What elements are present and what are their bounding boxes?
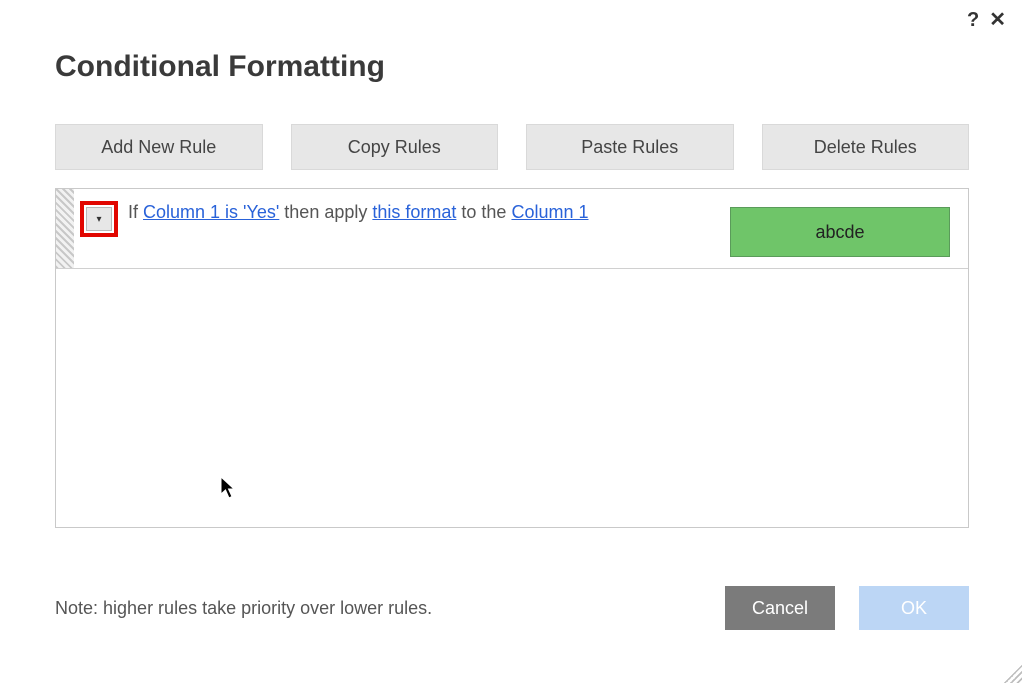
rules-toolbar: Add New Rule Copy Rules Paste Rules Dele… bbox=[55, 124, 969, 170]
rule-body: ▾ If Column 1 is 'Yes' then apply this f… bbox=[74, 189, 968, 267]
format-preview: abcde bbox=[730, 207, 950, 257]
resize-grip-icon[interactable] bbox=[1002, 663, 1022, 683]
add-new-rule-button[interactable]: Add New Rule bbox=[55, 124, 263, 170]
rule-description: If Column 1 is 'Yes' then apply this for… bbox=[128, 199, 589, 227]
rule-condition-link[interactable]: Column 1 is 'Yes' bbox=[143, 202, 279, 222]
rule-format-link[interactable]: this format bbox=[372, 202, 456, 222]
rule-text-then: then apply bbox=[279, 202, 372, 222]
rule-text-if: If bbox=[128, 202, 143, 222]
drag-handle-icon[interactable] bbox=[56, 189, 74, 268]
rules-list: ▾ If Column 1 is 'Yes' then apply this f… bbox=[55, 188, 969, 528]
rule-row[interactable]: ▾ If Column 1 is 'Yes' then apply this f… bbox=[56, 189, 968, 269]
rule-target-link[interactable]: Column 1 bbox=[511, 202, 588, 222]
paste-rules-button[interactable]: Paste Rules bbox=[526, 124, 734, 170]
rule-menu-button[interactable]: ▾ bbox=[86, 207, 112, 231]
rule-menu-highlight: ▾ bbox=[80, 201, 118, 237]
dialog-title: Conditional Formatting bbox=[55, 50, 969, 84]
dialog-footer: Note: higher rules take priority over lo… bbox=[55, 586, 969, 630]
conditional-formatting-dialog: Conditional Formatting Add New Rule Copy… bbox=[0, 0, 1024, 685]
copy-rules-button[interactable]: Copy Rules bbox=[291, 124, 499, 170]
chevron-down-icon: ▾ bbox=[96, 214, 101, 225]
rule-text-to: to the bbox=[456, 202, 511, 222]
cancel-button[interactable]: Cancel bbox=[725, 586, 835, 630]
delete-rules-button[interactable]: Delete Rules bbox=[762, 124, 970, 170]
ok-button[interactable]: OK bbox=[859, 586, 969, 630]
priority-note: Note: higher rules take priority over lo… bbox=[55, 598, 432, 619]
